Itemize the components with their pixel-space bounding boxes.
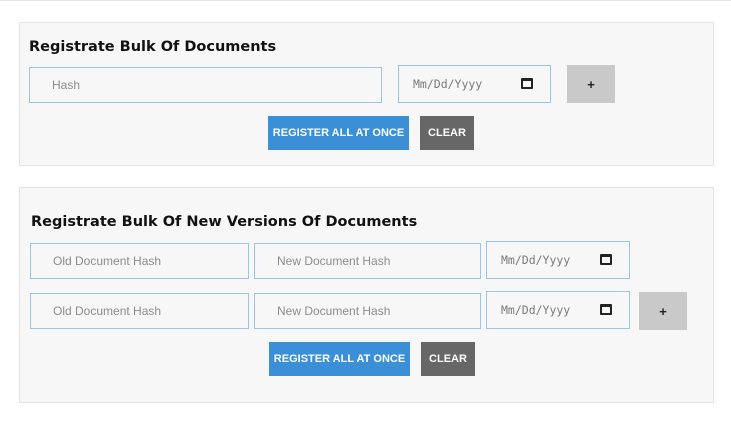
clear-versions-button[interactable]: CLEAR	[421, 342, 475, 376]
date-placeholder: Mm/Dd/Yyyy	[413, 77, 483, 91]
calendar-icon[interactable]	[600, 254, 612, 265]
top-divider	[0, 0, 731, 1]
bulk-documents-panel: Registrate Bulk Of Documents Mm/Dd/Yyyy …	[19, 22, 714, 166]
old-document-hash-input[interactable]	[30, 243, 249, 279]
date-input[interactable]: Mm/Dd/Yyyy	[398, 65, 551, 103]
calendar-icon[interactable]	[600, 304, 612, 315]
add-version-button[interactable]: +	[639, 292, 687, 330]
version-date-input[interactable]: Mm/Dd/Yyyy	[486, 241, 630, 279]
add-document-button[interactable]: +	[567, 65, 615, 103]
new-document-hash-input[interactable]	[254, 293, 481, 329]
register-all-versions-button[interactable]: REGISTER ALL AT ONCE	[269, 342, 410, 376]
bulk-documents-title: Registrate Bulk Of Documents	[29, 39, 277, 55]
bulk-versions-panel: Registrate Bulk Of New Versions Of Docum…	[19, 187, 714, 403]
bulk-versions-title: Registrate Bulk Of New Versions Of Docum…	[31, 214, 418, 230]
calendar-icon[interactable]	[521, 78, 533, 89]
register-all-button[interactable]: REGISTER ALL AT ONCE	[268, 116, 409, 150]
clear-button[interactable]: CLEAR	[420, 116, 474, 150]
old-document-hash-input[interactable]	[30, 293, 249, 329]
hash-input[interactable]	[29, 67, 382, 103]
date-placeholder: Mm/Dd/Yyyy	[501, 303, 571, 317]
version-date-input[interactable]: Mm/Dd/Yyyy	[486, 291, 630, 329]
date-placeholder: Mm/Dd/Yyyy	[501, 253, 571, 267]
new-document-hash-input[interactable]	[254, 243, 481, 279]
